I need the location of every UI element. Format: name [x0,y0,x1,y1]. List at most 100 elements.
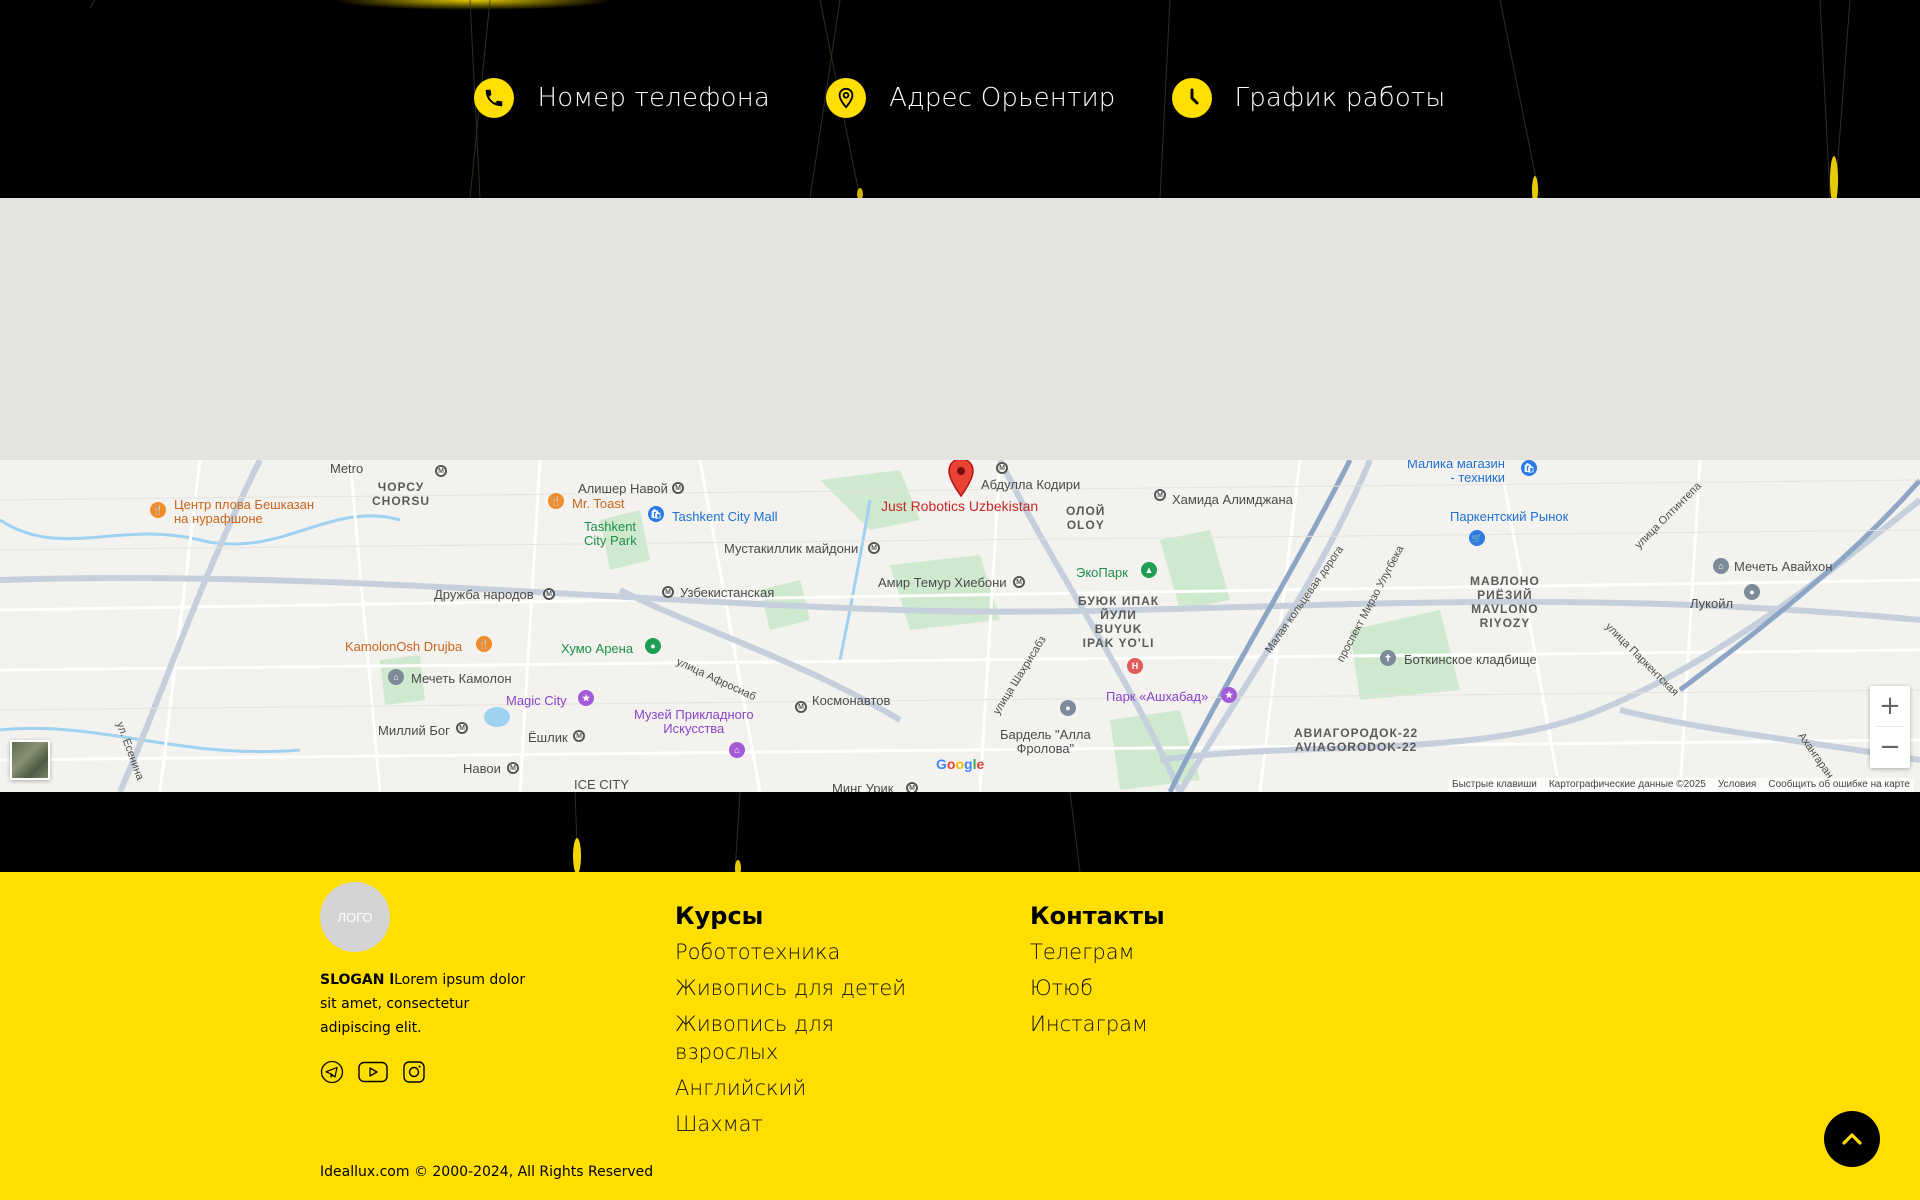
course-link-painting-adults[interactable]: Живопись для взрослых [675,1010,845,1066]
poi-magic-city-icon[interactable]: ★ [578,690,594,706]
zoom-out-button[interactable]: − [1870,727,1910,767]
poi-parkent-market-icon[interactable]: 🛒 [1469,530,1485,546]
map-loading-area[interactable] [0,198,1920,460]
poi-hospital-icon[interactable]: H [1127,658,1143,674]
map-data-text: Картографические данные ©2025 [1548,779,1706,790]
course-link-chess[interactable]: Шахмат [675,1110,935,1138]
contact-schedule[interactable]: График работы [1171,78,1446,118]
contact-link-instagram[interactable]: Инстаграм [1030,1010,1270,1038]
metro-icon: M [456,722,468,734]
google-logo: Google [936,756,985,772]
map-label: Мечеть Авайхон [1734,559,1833,574]
metro-icon: M [435,465,447,477]
map-label: Центр плова Бешказан на нурафшоне [174,497,315,526]
scroll-to-top-button[interactable] [1824,1111,1880,1167]
poi-besh-kazan-icon[interactable]: 🍴 [150,502,166,518]
metro-icon: M [868,542,880,554]
marker-label[interactable]: Just Robotics Uzbekistan [881,499,1038,513]
map-label: Алишер Навой [578,481,668,496]
map-label: Парк «Ашхабад» [1106,689,1209,704]
poi-mosque-avaixon-icon[interactable]: ⌂ [1713,558,1729,574]
contact-phone[interactable]: Номер телефона [474,78,770,118]
map-label: Metro [330,461,364,476]
instagram-icon[interactable] [402,1060,426,1084]
decorative-band [0,792,1920,872]
metro-icon: M [1154,489,1166,501]
map-label: ICE CITY [574,777,629,792]
map-label: Космонавтов [812,693,891,708]
poi-tashkent-city-mall-icon[interactable]: 🛍 [648,506,664,522]
contact-link-telegram[interactable]: Телеграм [1030,938,1270,966]
map-label: Боткинское кладбище [1404,652,1537,667]
map-zoom-control: + − [1870,686,1910,768]
footer-courses-column: Курсы Робототехника Живопись для детей Ж… [675,902,935,1146]
map-label: Magic City [506,693,567,708]
map-label: Навои [463,761,501,776]
footer-contacts-column: Контакты Телеграм Ютюб Инстаграм [1030,902,1270,1046]
map-label: KamolonOsh Drujba [345,639,463,654]
zoom-in-button[interactable]: + [1870,686,1910,726]
map-attribution: Быстрые клавиши Картографические данные … [1448,778,1914,792]
metro-icon: M [1013,576,1025,588]
social-links [320,1060,426,1084]
satellite-toggle-button[interactable] [10,740,50,780]
map-label: Бардель "Алла Фролова" [1000,727,1091,756]
contact-link-youtube[interactable]: Ютюб [1030,974,1270,1002]
footer: ЛОГО SLOGAN lLorem ipsum dolor sit amet,… [0,872,1920,1200]
metro-icon: M [573,730,585,742]
contact-band: Номер телефона Адрес Орьентир График раб… [0,0,1920,198]
poi-bardel-icon[interactable]: ● [1060,700,1076,716]
contact-address-label: Адрес Орьентир [889,83,1116,113]
poi-lukoil-icon[interactable]: ● [1744,584,1760,600]
metro-icon: M [996,462,1008,474]
poi-ecopark-icon[interactable]: ▲ [1141,562,1157,578]
course-link-english[interactable]: Английский [675,1074,935,1102]
map-label: Tashkent City Park [584,519,637,548]
map-label: АВИАГОРОДОК-22 AVIAGORODOK-22 [1294,726,1419,754]
map-label: Амир Темур Хиебони [878,575,1007,590]
map-label: БУЮК ИПАК ЙУЛИ BUYUK IPAK YO'LI [1078,594,1160,650]
report-error-link[interactable]: Сообщить об ошибке на карте [1768,778,1910,792]
google-map[interactable]: 🍴 🍴 🛍 ▲ 🍴 ● ⌂ ★ ⌂ H ★ ● ✝ 🛍 🛒 ⌂ ● M M M … [0,460,1920,792]
poi-mr-toast-icon[interactable]: 🍴 [548,493,564,509]
terms-link[interactable]: Условия [1718,778,1757,792]
copyright-text: Ideallux.com © 2000-2024, All Rights Res… [320,1164,654,1180]
poi-kamolon-drujba-icon[interactable]: 🍴 [476,636,492,652]
map-label: Минг Урик [832,781,894,793]
poi-museum-icon[interactable]: ⌂ [729,742,745,758]
telegram-icon[interactable] [320,1060,344,1084]
map-label: Ёшлик [528,730,568,745]
map-label: Абдулла Кодири [981,477,1081,492]
map-label: Мечеть Камолон [411,671,512,686]
map-label: Дружба народов [434,587,534,602]
poi-park-ashgabat-icon[interactable]: ★ [1221,687,1237,703]
map-label: Миллий Бог [378,723,450,738]
youtube-icon[interactable] [358,1060,388,1084]
contact-address[interactable]: Адрес Орьентир [826,78,1115,118]
map-label: Tashkent City Mall [672,509,778,524]
poi-mosque-kamolon-icon[interactable]: ⌂ [388,669,404,685]
map-label: Мустакиллик майдони [724,541,859,556]
decorative-light-streaks [573,792,1081,872]
map-label: ОЛОЙ OLOY [1066,504,1106,532]
poi-humo-arena-icon[interactable]: ● [645,638,661,654]
poi-malika-icon[interactable]: 🛍 [1521,460,1537,476]
map-label: Лукойл [1690,596,1734,611]
contact-schedule-label: График работы [1234,83,1446,113]
metro-icon: M [672,482,684,494]
phone-icon [474,78,515,118]
map-label: Паркентский Рынок [1450,509,1569,524]
location-marker-icon[interactable] [947,460,975,498]
footer-logo[interactable]: ЛОГО [320,882,390,952]
map-label: Хумо Арена [561,641,634,656]
courses-heading: Курсы [675,902,764,930]
footer-slogan: SLOGAN lLorem ipsum dolor sit amet, cons… [320,968,540,1040]
poi-botkin-icon[interactable]: ✝ [1380,650,1396,666]
keyboard-shortcuts-link[interactable]: Быстрые клавиши [1452,778,1537,792]
metro-icon: M [795,701,807,713]
contact-row: Номер телефона Адрес Орьентир График раб… [0,78,1920,118]
map-label: Mr. Toast [572,496,625,511]
metro-icon: M [507,762,519,774]
course-link-robotics[interactable]: Робототехника [675,938,935,966]
course-link-painting-kids[interactable]: Живопись для детей [675,974,935,1002]
